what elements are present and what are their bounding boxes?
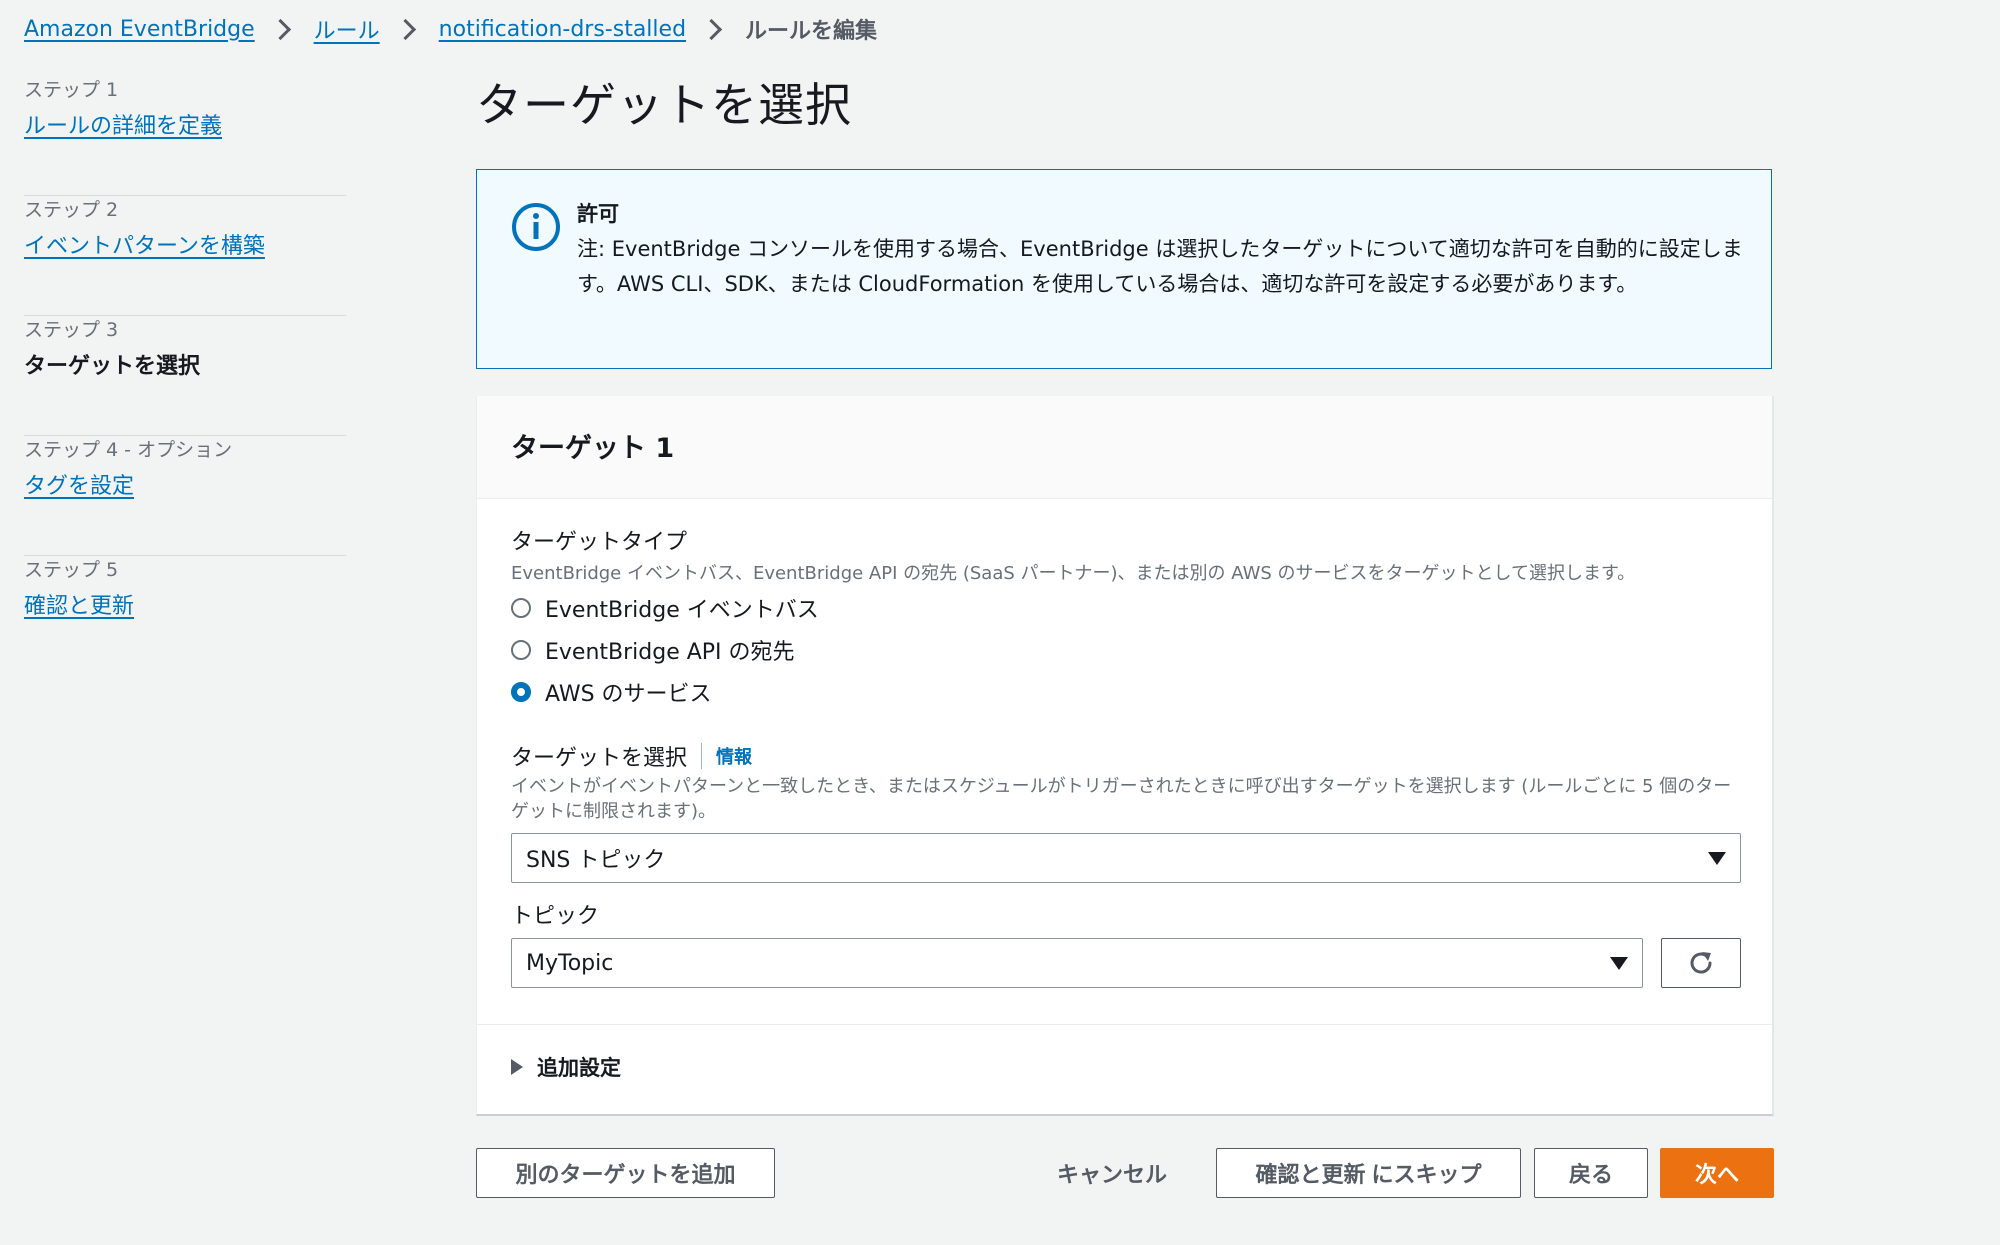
radio-eventbridge-api-destination[interactable]: EventBridge API の宛先 — [511, 634, 795, 666]
step-link-review[interactable]: 確認と更新 — [24, 592, 134, 622]
step-current-select-target: ターゲットを選択 — [24, 354, 201, 379]
step-link-tags[interactable]: タグを設定 — [24, 472, 134, 502]
step-label: ステップ 1 — [24, 79, 119, 101]
divider — [477, 1024, 1772, 1025]
chevron-right-icon — [700, 18, 723, 40]
info-link[interactable]: 情報 — [701, 743, 752, 769]
breadcrumb-eventbridge[interactable]: Amazon EventBridge — [24, 17, 255, 42]
target-panel-title: ターゲット 1 — [511, 433, 675, 464]
step-label: ステップ 5 — [24, 559, 119, 581]
step-1: ステップ 1 ルールの詳細を定義 — [24, 76, 346, 196]
permissions-alert: 許可 注: EventBridge コンソールを使用する場合、EventBrid… — [476, 169, 1772, 369]
step-label: ステップ 2 — [24, 199, 119, 221]
radio-button[interactable] — [511, 598, 531, 618]
caret-down-icon — [1610, 957, 1628, 970]
target-panel: ターゲット 1 ターゲットタイプ EventBridge イベントバス、Even… — [476, 396, 1774, 1116]
radio-button-selected[interactable] — [511, 682, 531, 702]
refresh-button[interactable] — [1661, 938, 1741, 988]
breadcrumb: Amazon EventBridge ルール notification-drs-… — [24, 12, 877, 46]
back-button[interactable]: 戻る — [1534, 1148, 1648, 1198]
target-type-description: EventBridge イベントバス、EventBridge API の宛先 (… — [511, 563, 1636, 584]
page-title: ターゲットを選択 — [476, 78, 852, 132]
alert-title: 許可 — [577, 202, 619, 226]
target-service-select[interactable]: SNS トピック — [511, 833, 1741, 883]
skip-to-review-button[interactable]: 確認と更新 にスキップ — [1216, 1148, 1521, 1198]
step-label: ステップ 4 - オプション — [24, 439, 233, 461]
caret-right-icon — [511, 1059, 523, 1075]
additional-settings-label: 追加設定 — [537, 1056, 621, 1080]
target-type-label: ターゲットタイプ — [511, 530, 688, 555]
refresh-icon — [1690, 952, 1712, 974]
breadcrumb-rule-name[interactable]: notification-drs-stalled — [439, 17, 686, 42]
select-target-description: イベントがイベントパターンと一致したとき、またはスケジュールがトリガーされたとき… — [511, 776, 1732, 822]
breadcrumb-rules[interactable]: ルール — [314, 13, 380, 45]
alert-body: 注: EventBridge コンソールを使用する場合、EventBridge … — [577, 237, 1743, 296]
topic-label: トピック — [511, 904, 600, 929]
cancel-button[interactable]: キャンセル — [1040, 1148, 1184, 1198]
step-label: ステップ 3 — [24, 319, 119, 341]
topic-select[interactable]: MyTopic — [511, 938, 1643, 988]
select-value: SNS トピック — [526, 848, 666, 873]
wizard-steps: ステップ 1 ルールの詳細を定義 ステップ 2 イベントパターンを構築 ステップ… — [24, 76, 346, 676]
step-2: ステップ 2 イベントパターンを構築 — [24, 196, 346, 316]
chevron-right-icon — [269, 18, 291, 40]
radio-label: AWS のサービス — [545, 682, 712, 707]
breadcrumb-current: ルールを編集 — [745, 19, 878, 44]
step-5: ステップ 5 確認と更新 — [24, 556, 346, 676]
select-target-label: ターゲットを選択 — [511, 746, 688, 771]
select-target-label-row: ターゲットを選択 情報 — [511, 740, 752, 772]
radio-label: EventBridge イベントバス — [545, 598, 819, 623]
step-link-define-rule[interactable]: ルールの詳細を定義 — [24, 112, 222, 142]
step-3: ステップ 3 ターゲットを選択 — [24, 316, 346, 436]
caret-down-icon — [1708, 852, 1726, 865]
add-target-button[interactable]: 別のターゲットを追加 — [476, 1148, 775, 1198]
additional-settings-expander[interactable]: 追加設定 — [511, 1052, 621, 1082]
target-panel-header: ターゲット 1 — [477, 396, 1772, 499]
radio-label: EventBridge API の宛先 — [545, 640, 795, 665]
radio-aws-service[interactable]: AWS のサービス — [511, 676, 712, 708]
info-icon — [512, 203, 560, 251]
radio-button[interactable] — [511, 640, 531, 660]
next-button[interactable]: 次へ — [1660, 1148, 1774, 1198]
radio-eventbridge-bus[interactable]: EventBridge イベントバス — [511, 592, 819, 624]
step-4: ステップ 4 - オプション タグを設定 — [24, 436, 346, 556]
select-value: MyTopic — [526, 950, 614, 976]
step-link-event-pattern[interactable]: イベントパターンを構築 — [24, 232, 265, 262]
chevron-right-icon — [394, 18, 416, 40]
